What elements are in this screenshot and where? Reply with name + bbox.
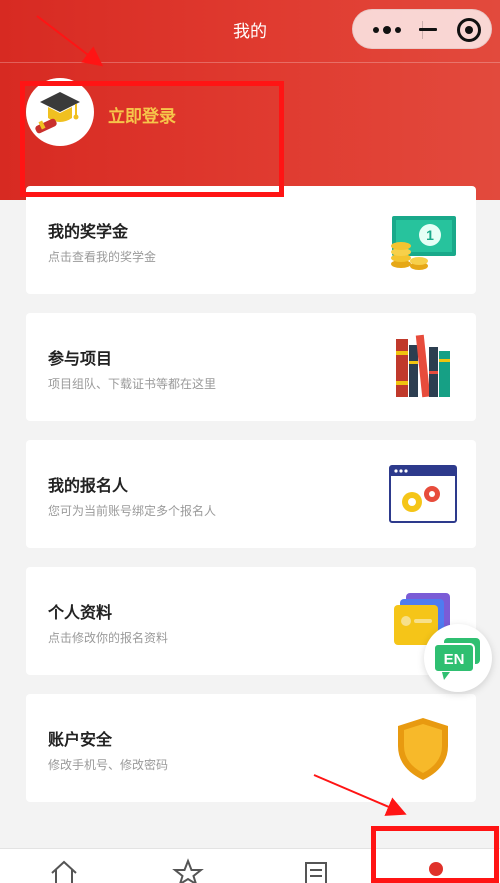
card-registrants[interactable]: 我的报名人 您可为当前账号绑定多个报名人 [26,440,476,548]
home-icon [51,860,77,883]
card-scholarship[interactable]: 我的奖学金 点击查看我的奖学金 1 [26,186,476,294]
browser-gears-icon [389,465,457,523]
tab-favorites[interactable] [168,857,208,883]
card-title: 账户安全 [48,730,113,749]
shield-icon [398,718,448,780]
card-title: 参与项目 [48,349,113,368]
card-title: 我的报名人 [48,476,129,495]
annotation-box-tab [371,826,499,883]
card-title: 我的奖学金 [48,222,129,241]
tab-home[interactable] [44,857,84,883]
header-divider [0,62,500,63]
tab-orders[interactable] [296,857,336,883]
card-projects[interactable]: 参与项目 项目组队、下载证书等都在这里 [26,313,476,421]
card-subtitle: 点击查看我的奖学金 [48,250,157,264]
card-subtitle: 点击修改你的报名资料 [48,631,169,645]
card-subtitle: 您可为当前账号绑定多个报名人 [48,504,217,518]
card-subtitle: 项目组队、下载证书等都在这里 [48,377,217,391]
star-icon [172,858,204,883]
card-account-security[interactable]: 账户安全 修改手机号、修改密码 [26,694,476,802]
svg-text:1: 1 [426,227,434,243]
mini-program-capsule [352,9,492,49]
card-subtitle: 修改手机号、修改密码 [48,758,169,772]
more-dots-icon[interactable] [371,10,407,50]
money-coins-icon: 1 [391,216,456,270]
card-personal-info[interactable]: 个人资料 点击修改你的报名资料 [26,567,476,675]
language-switch-button[interactable]: EN [424,624,492,692]
chat-bubble-icon: EN [433,638,480,680]
card-title: 个人资料 [48,603,113,622]
list-document-icon [305,862,327,883]
books-icon [396,334,450,398]
target-close-icon[interactable] [457,18,481,42]
annotation-box-login [20,81,284,197]
language-label: EN [444,651,465,668]
minimize-icon[interactable] [413,10,453,50]
